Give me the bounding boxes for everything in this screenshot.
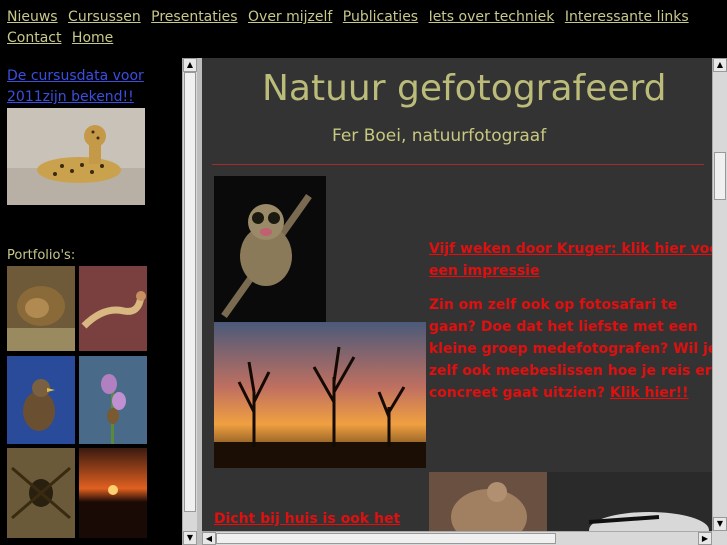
nav-link-nieuws[interactable]: Nieuws	[7, 9, 58, 25]
cursusdata-link[interactable]: De cursusdata voor 2011zijn bekend!!	[7, 66, 152, 108]
leopard-photo[interactable]	[7, 108, 145, 205]
nav-link-over-mijzelf[interactable]: Over mijzelf	[248, 9, 332, 25]
dicht-bij-huis-link[interactable]: Dicht bij huis is ook het	[214, 511, 400, 527]
scroll-left-icon[interactable]: ◀	[202, 532, 216, 545]
portfolio-orchid-thumbnail[interactable]	[79, 356, 147, 444]
nav-link-techniek[interactable]: Iets over techniek	[429, 9, 555, 25]
nav-link-presentaties[interactable]: Presentaties	[151, 9, 237, 25]
nav-link-contact[interactable]: Contact	[7, 30, 61, 46]
nav-link-cursussen[interactable]: Cursussen	[68, 9, 141, 25]
main-scroll-up-icon[interactable]: ▲	[713, 58, 727, 72]
safari-text: Zin om zelf ook op fotosafari te gaan? D…	[429, 297, 712, 401]
page-subtitle: Fer Boei, natuurfotograaf	[332, 126, 547, 146]
portfolio-sunset-thumbnail[interactable]	[79, 448, 147, 538]
tarsier-photo	[214, 176, 326, 322]
portfolio-snake-thumbnail[interactable]	[79, 266, 147, 351]
scroll-down-icon[interactable]: ▼	[183, 531, 197, 545]
portfolio-label: Portfolio's:	[7, 248, 76, 263]
top-navigation: Nieuws Cursussen Presentaties Over mijze…	[0, 0, 727, 58]
kruger-impressie-link[interactable]: Vijf weken door Kruger: klik hier voor e…	[429, 241, 712, 279]
page-title: Natuur gefotografeerd	[262, 68, 667, 109]
title-divider	[212, 164, 704, 165]
safari-klik-hier-link[interactable]: Klik hier!!	[610, 385, 689, 401]
main-horizontal-scrollbar[interactable]: ◀ ▶	[202, 531, 712, 545]
main-hscroll-thumb[interactable]	[216, 533, 556, 544]
savanna-sunset-photo	[214, 322, 426, 468]
portfolio-bird-thumbnail[interactable]	[7, 356, 75, 444]
main-frame: Natuur gefotografeerd Fer Boei, natuurfo…	[202, 58, 712, 531]
main-frame-scrollbar[interactable]: ▲ ▼	[712, 58, 727, 531]
portfolio-spider-thumbnail[interactable]	[7, 448, 75, 538]
left-frame: De cursusdata voor 2011zijn bekend!! Por…	[0, 58, 182, 545]
scrollbar-corner	[712, 531, 727, 545]
main-scroll-thumb[interactable]	[714, 152, 726, 200]
scroll-up-icon[interactable]: ▲	[183, 58, 197, 72]
left-frame-scrollbar[interactable]: ▲ ▼	[182, 58, 197, 545]
birds-photo	[429, 472, 712, 531]
portfolio-lion-thumbnail[interactable]	[7, 266, 75, 351]
scroll-right-icon[interactable]: ▶	[698, 532, 712, 545]
left-scroll-thumb[interactable]	[184, 72, 196, 512]
main-scroll-down-icon[interactable]: ▼	[713, 517, 727, 531]
nav-link-publicaties[interactable]: Publicaties	[343, 9, 418, 25]
nav-link-home[interactable]: Home	[72, 30, 113, 46]
nav-link-interessante-links[interactable]: Interessante links	[565, 9, 689, 25]
